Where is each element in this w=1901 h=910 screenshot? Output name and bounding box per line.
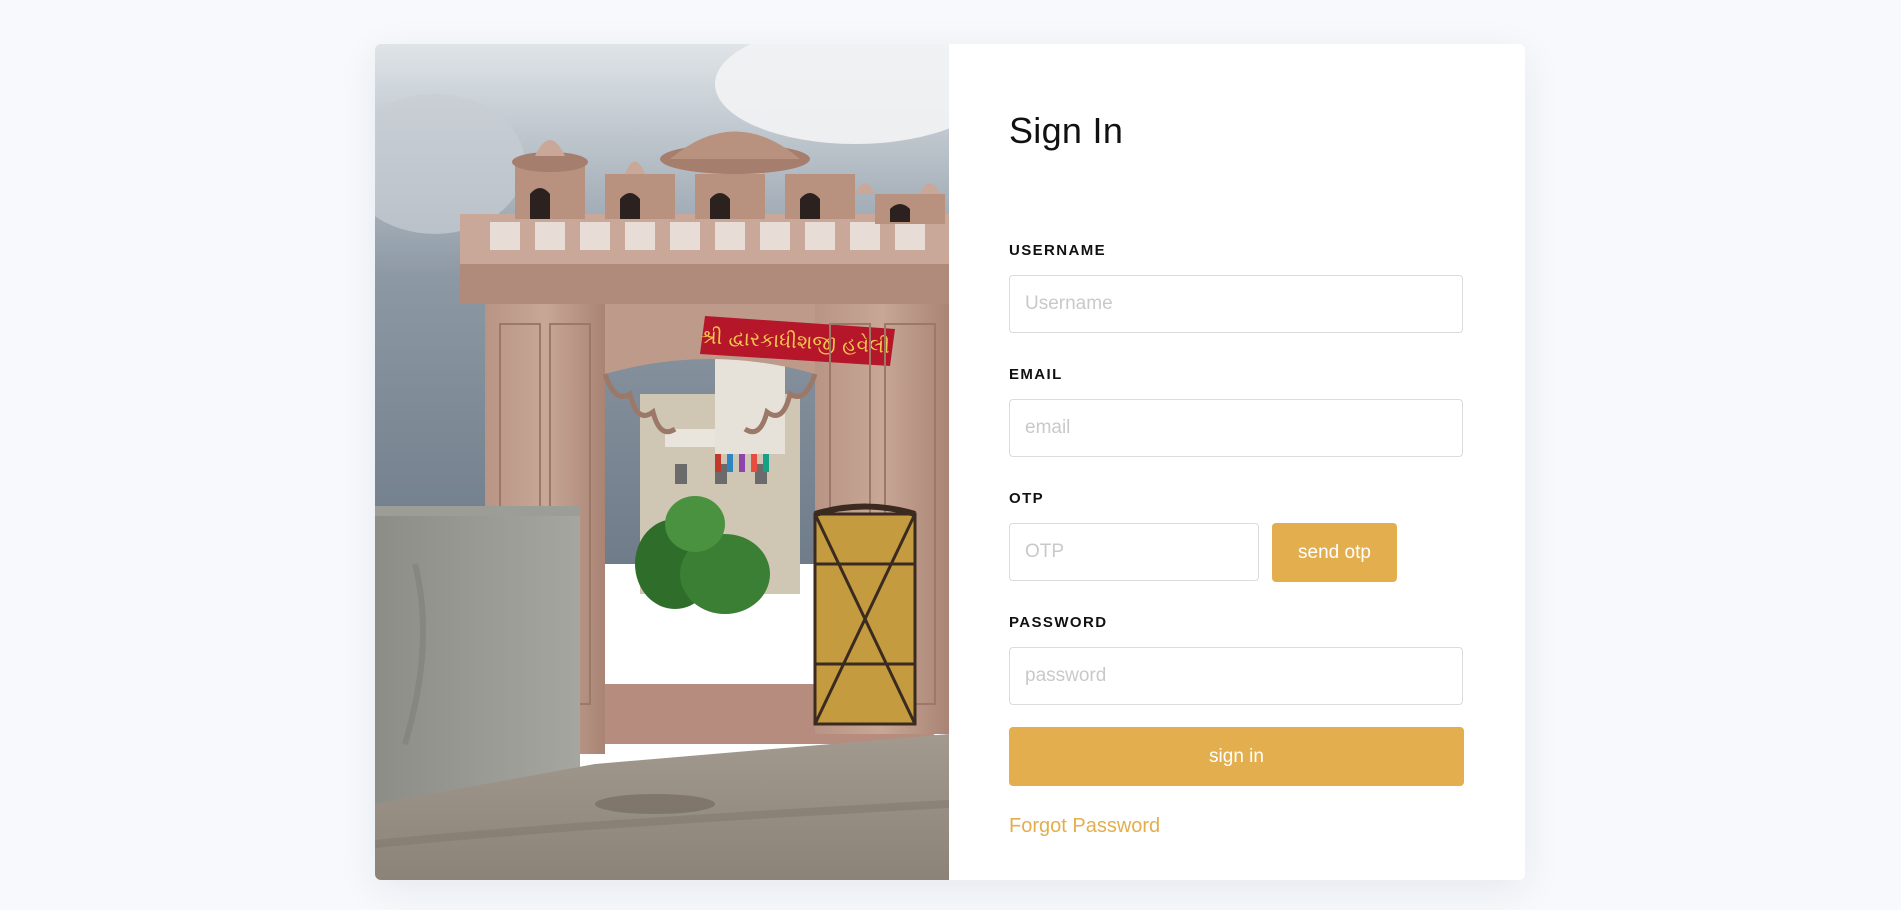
password-input[interactable] xyxy=(1009,647,1463,705)
sign-in-button[interactable]: sign in xyxy=(1009,727,1464,786)
send-otp-button[interactable]: send otp xyxy=(1272,523,1397,582)
email-input[interactable] xyxy=(1009,399,1463,457)
otp-label: OTP xyxy=(1009,490,1045,507)
login-card: શ્રી દ્વારકાધીશજી હવેલી Sign In USERNAME… xyxy=(375,44,1525,880)
username-input[interactable] xyxy=(1009,275,1463,333)
sign-in-form: Sign In USERNAME EMAIL OTP send otp PASS… xyxy=(949,44,1525,880)
otp-input[interactable] xyxy=(1009,523,1259,581)
password-label: PASSWORD xyxy=(1009,614,1108,631)
username-label: USERNAME xyxy=(1009,242,1107,259)
email-label: EMAIL xyxy=(1009,366,1063,383)
page-title: Sign In xyxy=(1009,110,1124,151)
haveli-gate-image: શ્રી દ્વારકાધીશજી હવેલી xyxy=(375,44,949,880)
forgot-password-link[interactable]: Forgot Password xyxy=(1009,815,1160,838)
